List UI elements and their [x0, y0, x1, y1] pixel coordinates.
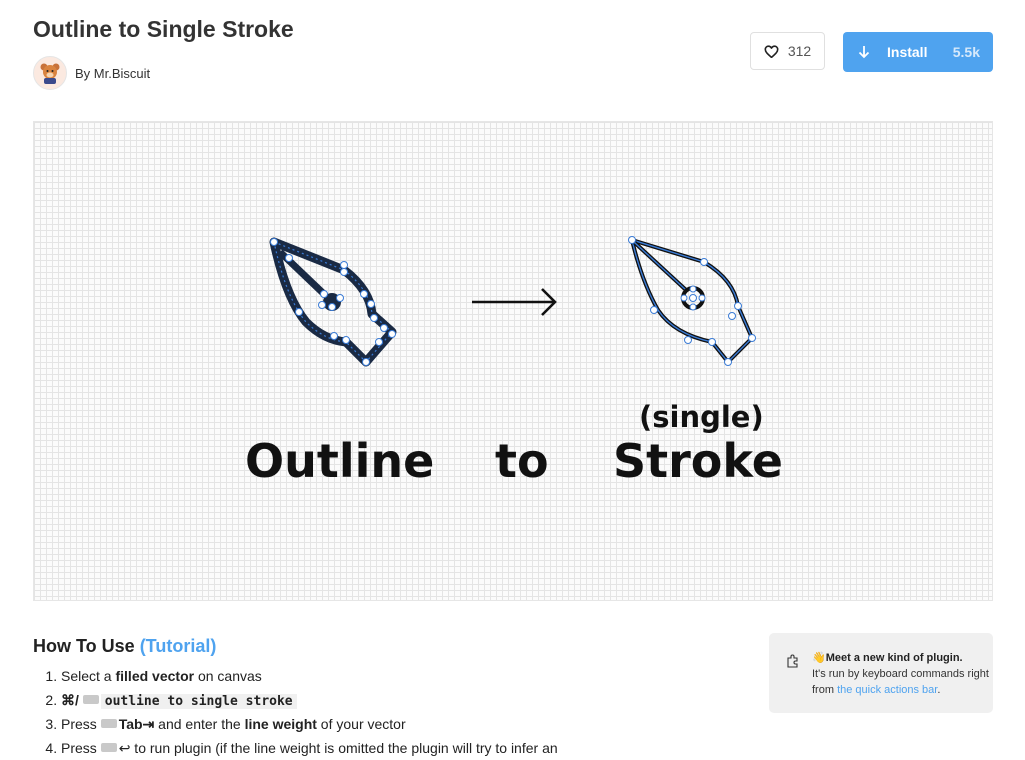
shortcut-keys: ⌘/ [61, 692, 79, 708]
keyboard-icon [83, 695, 99, 704]
hero-word-single: (single) [639, 400, 764, 434]
author-name[interactable]: By Mr.Biscuit [75, 66, 150, 81]
hero-word-to: to [495, 434, 549, 488]
key-label: ↩ [119, 740, 131, 756]
steps-list: Select a filled vector on canvas ⌘/ outl… [33, 665, 701, 760]
author-row[interactable]: By Mr.Biscuit [33, 56, 150, 90]
install-count: 5.5k [953, 44, 980, 60]
install-label: Install [887, 44, 927, 60]
command-code: outline to single stroke [101, 694, 297, 709]
step-bold: line weight [245, 716, 317, 732]
right-arrow-icon [472, 289, 555, 315]
tutorial-link[interactable]: (Tutorial) [140, 636, 217, 656]
list-item: ⌘/ outline to single stroke [61, 689, 701, 714]
outline-pen-nib-icon [271, 239, 396, 366]
step-text: Press [61, 740, 101, 756]
how-to-use-heading: How To Use (Tutorial) [33, 636, 216, 657]
pen-tool-illustration [34, 122, 994, 602]
keyboard-icon [101, 719, 117, 728]
author-avatar[interactable] [33, 56, 67, 90]
step-bold: filled vector [115, 668, 194, 684]
like-button[interactable]: 312 [750, 32, 825, 70]
hero-word-stroke: Stroke [613, 434, 783, 488]
info-text: 👋Meet a new kind of plugin. It's run by … [812, 650, 990, 698]
quick-actions-info-box: 👋Meet a new kind of plugin. It's run by … [769, 633, 993, 713]
info-end: . [937, 684, 940, 696]
list-item: Press Tab⇥ and enter the line weight of … [61, 713, 701, 737]
how-to-use-title: How To Use [33, 636, 135, 656]
like-count: 312 [788, 43, 811, 59]
step-text: to run plugin (if the line weight is omi… [130, 740, 557, 756]
list-item: Select a filled vector on canvas [61, 665, 701, 689]
teddy-bear-icon [38, 61, 62, 85]
step-text: Select a [61, 668, 115, 684]
step-text: of your vector [317, 716, 406, 732]
step-text: and enter the [154, 716, 244, 732]
heart-icon [764, 45, 779, 58]
cover-image: Outline to (single) Stroke [33, 121, 993, 601]
keyboard-icon [101, 743, 117, 752]
waving-hand-icon: 👋 [812, 652, 826, 664]
hero-word-outline: Outline [245, 434, 434, 488]
single-stroke-pen-nib-icon [629, 237, 756, 366]
install-button[interactable]: Install 5.5k [843, 32, 993, 72]
step-text: on canvas [194, 668, 262, 684]
key-label: Tab⇥ [119, 716, 155, 732]
download-arrow-icon [857, 45, 871, 59]
info-headline: Meet a new kind of plugin. [826, 652, 963, 664]
plugin-puzzle-icon [785, 653, 801, 669]
plugin-title: Outline to Single Stroke [33, 16, 294, 43]
list-item: Press ↩ to run plugin (if the line weigh… [61, 737, 701, 760]
quick-actions-bar-link[interactable]: the quick actions bar [837, 684, 937, 696]
step-text: Press [61, 716, 101, 732]
